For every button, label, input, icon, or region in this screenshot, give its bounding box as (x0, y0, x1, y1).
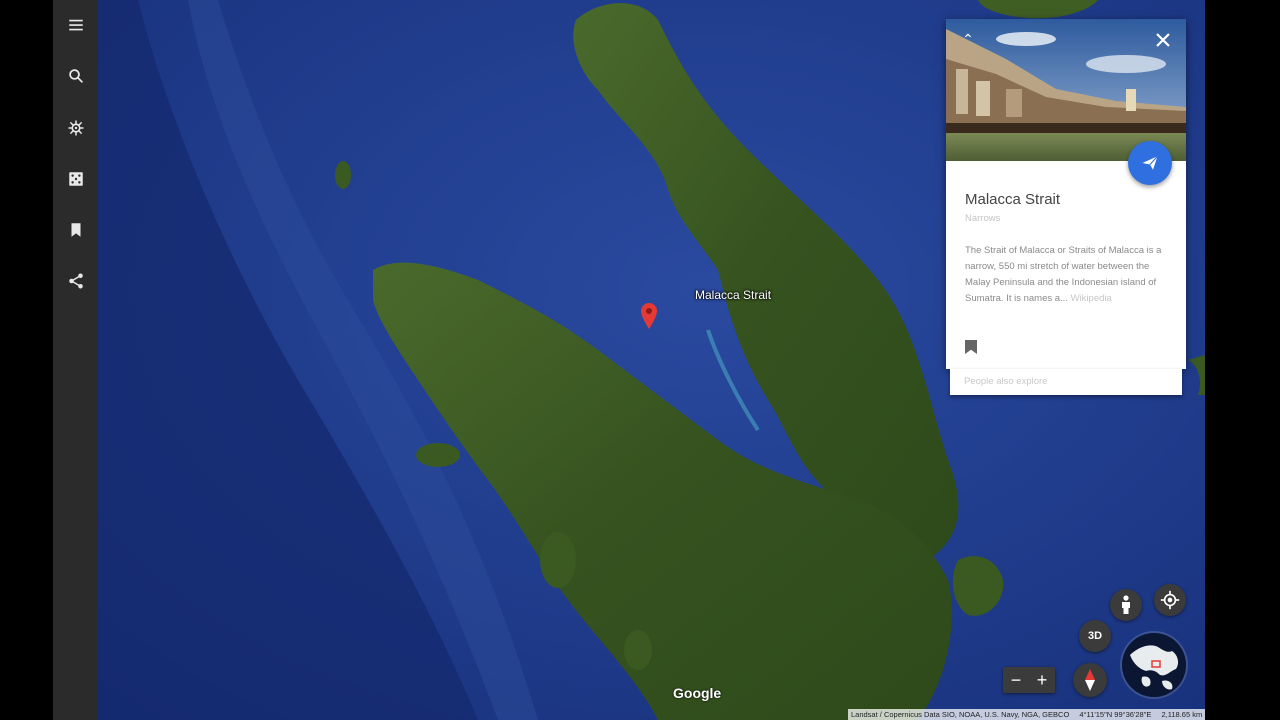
zoom-in-button[interactable]: + (1029, 667, 1055, 693)
camera-distance: 2,118.65 km (1161, 710, 1203, 719)
zoom-controls: − + (1003, 667, 1055, 693)
data-sources: Landsat / Copernicus Data SIO, NOAA, U.S… (851, 710, 1070, 719)
globe-icon (1122, 633, 1186, 697)
zoom-out-button[interactable]: − (1003, 667, 1029, 693)
description-text: The Strait of Malacca or Straits of Mala… (965, 245, 1162, 304)
attribution-bar: Landsat / Copernicus Data SIO, NOAA, U.S… (848, 709, 1205, 720)
coordinates-readout: 4°11'15"N 99°36'28"E (1079, 710, 1152, 719)
search-button[interactable] (53, 56, 98, 96)
street-view-button[interactable] (1110, 589, 1142, 621)
share-icon (68, 273, 83, 289)
card-title: Malacca Strait (965, 191, 1061, 208)
fly-to-icon (1142, 155, 1158, 170)
menu-icon (68, 19, 83, 31)
my-location-button[interactable] (1154, 584, 1186, 616)
toggle-3d-button[interactable]: 3D (1079, 620, 1111, 652)
compass-icon (1085, 669, 1095, 691)
bookmark-icon (71, 223, 80, 237)
menu-button[interactable] (53, 5, 98, 45)
fly-to-button[interactable] (1128, 141, 1172, 185)
voyager-button[interactable] (53, 108, 98, 148)
place-photo: ⌃ (946, 19, 1186, 161)
bookmark-icon[interactable] (964, 339, 978, 355)
knowledge-card: ⌃ Malacca Strait Narrows The Strait of M… (946, 19, 1186, 369)
collapse-card-button[interactable]: ⌃ (958, 29, 978, 49)
my-location-icon (1160, 590, 1180, 610)
wikipedia-link[interactable]: Wikipedia (1071, 293, 1112, 304)
feeling-lucky-dice-icon (68, 172, 83, 186)
globe-overview[interactable] (1122, 633, 1186, 697)
search-icon (68, 69, 83, 83)
pegman-icon (1122, 595, 1130, 614)
voyager-wheel-icon (68, 120, 83, 136)
projects-button[interactable] (53, 210, 98, 250)
place-label[interactable]: Malacca Strait (695, 288, 771, 302)
close-icon[interactable] (1152, 29, 1174, 51)
feeling-lucky-button[interactable] (53, 159, 98, 199)
place-pin-icon[interactable] (641, 303, 657, 329)
sidebar (53, 0, 98, 720)
share-button[interactable] (53, 261, 98, 301)
compass-button[interactable] (1073, 663, 1107, 697)
card-subtitle: Narrows (965, 213, 1001, 224)
google-logo: Google (673, 685, 722, 701)
people-also-explore[interactable]: People also explore (950, 369, 1182, 395)
card-description: The Strait of Malacca or Straits of Mala… (965, 243, 1170, 307)
